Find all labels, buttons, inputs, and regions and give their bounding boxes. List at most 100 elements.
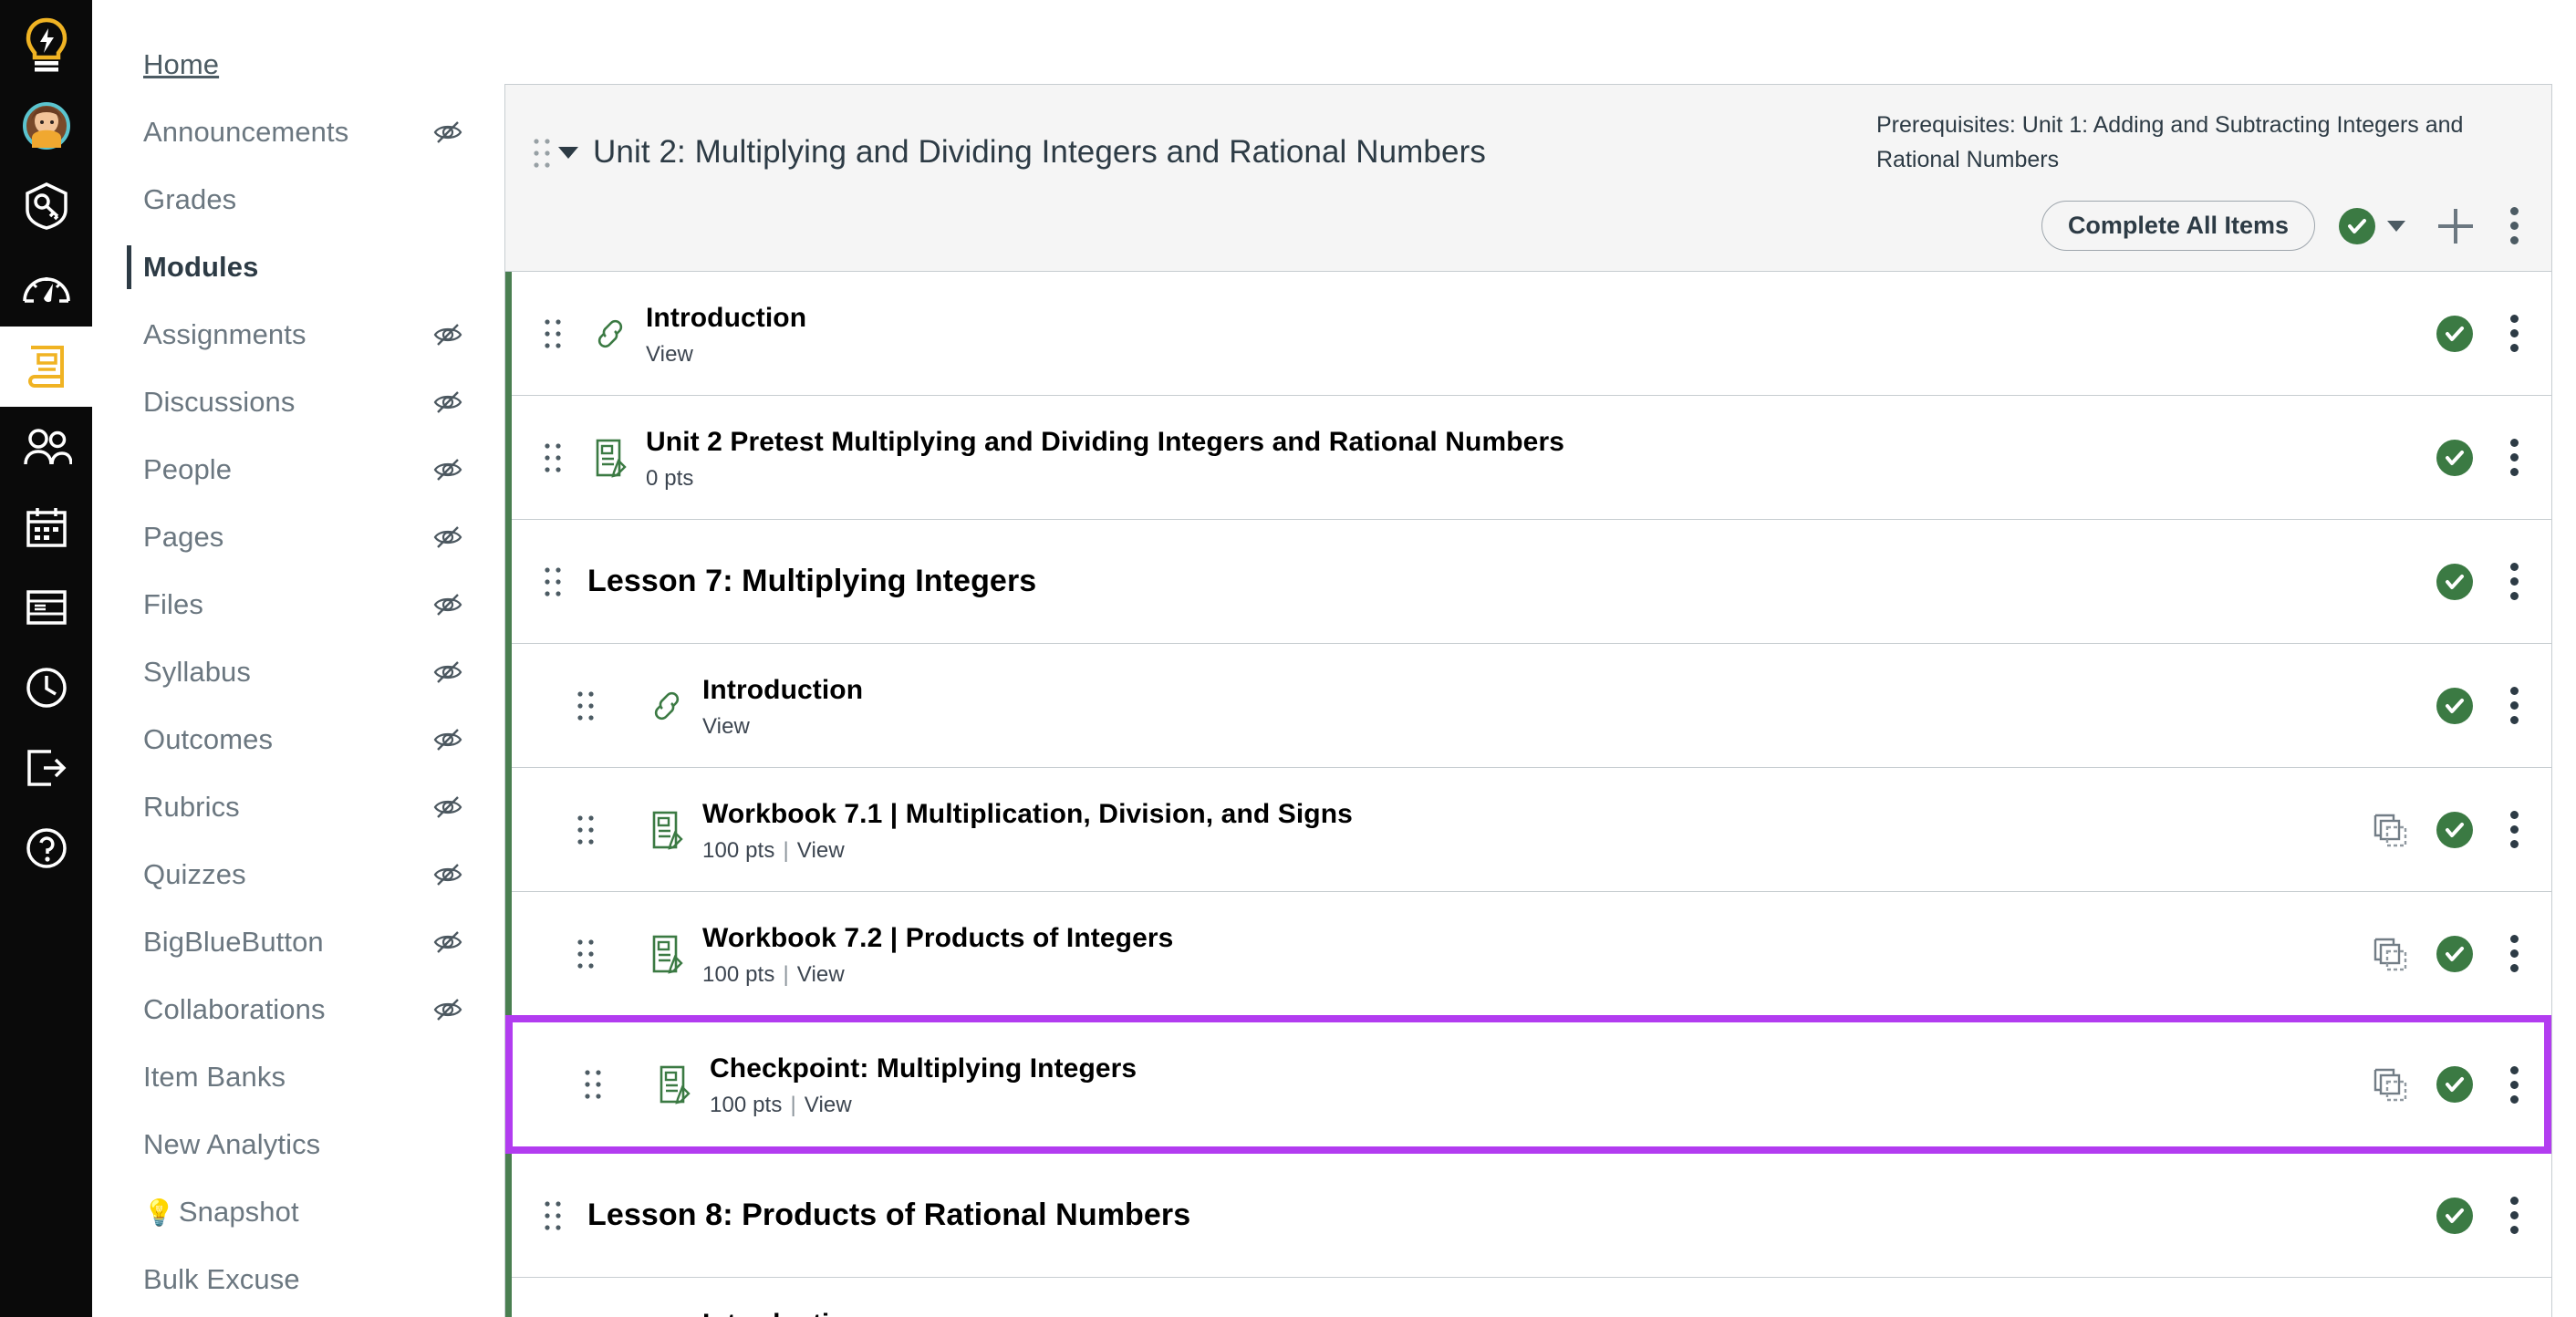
item-meta-part[interactable]: View xyxy=(702,714,750,739)
item-meta-part[interactable]: View xyxy=(797,838,845,863)
row-drag-handle[interactable] xyxy=(531,318,575,349)
nav-item-bigbluebutton[interactable]: BigBlueButton xyxy=(92,908,504,976)
row-drag-handle[interactable] xyxy=(531,566,575,597)
published-status-icon[interactable] xyxy=(2436,687,2473,724)
item-meta-part[interactable]: View xyxy=(797,962,845,987)
published-status-icon[interactable] xyxy=(2436,439,2473,476)
module-item-row[interactable]: Introduction View xyxy=(505,272,2551,396)
nav-item-item-banks[interactable]: Item Banks xyxy=(92,1043,504,1111)
nav-item-files[interactable]: Files xyxy=(92,571,504,638)
nav-item-label: Rubrics xyxy=(143,791,240,823)
item-type-icon xyxy=(639,1063,710,1105)
item-title[interactable]: Introduction xyxy=(702,672,2436,708)
row-drag-handle[interactable] xyxy=(564,814,608,845)
duplicate-button[interactable] xyxy=(2373,813,2409,847)
row-drag-handle[interactable] xyxy=(571,1069,615,1100)
nav-item-home[interactable]: Home xyxy=(92,31,504,99)
item-title[interactable]: Lesson 7: Multiplying Integers xyxy=(587,561,2436,601)
module-item-row[interactable]: IntroductionView xyxy=(505,1278,2551,1317)
rail-item-account[interactable] xyxy=(0,86,92,166)
item-options-kebab-button[interactable] xyxy=(2509,439,2519,476)
item-title[interactable]: Workbook 7.1 | Multiplication, Division,… xyxy=(702,796,2373,832)
item-options-kebab-button[interactable] xyxy=(2509,1065,2519,1104)
nav-item-rubrics[interactable]: Rubrics xyxy=(92,773,504,841)
nav-item-snapshot[interactable]: 💡 Snapshot xyxy=(92,1178,504,1246)
published-status-icon[interactable] xyxy=(2436,1066,2473,1103)
row-drag-handle[interactable] xyxy=(564,938,608,970)
rail-item-groups[interactable] xyxy=(0,407,92,487)
module-item-row[interactable]: Checkpoint: Multiplying Integers 100 pts |… xyxy=(505,1015,2551,1154)
complete-all-items-button[interactable]: Complete All Items xyxy=(2041,201,2315,251)
item-options-kebab-button[interactable] xyxy=(2509,315,2519,352)
nav-item-outcomes[interactable]: Outcomes xyxy=(92,706,504,773)
row-drag-handle[interactable] xyxy=(531,1200,575,1231)
item-title[interactable]: Checkpoint: Multiplying Integers xyxy=(710,1051,2373,1086)
nav-item-people[interactable]: People xyxy=(92,436,504,503)
module-item-row[interactable]: Workbook 7.2 | Products of Integers 100 p… xyxy=(505,892,2551,1016)
nav-item-collaborations[interactable]: Collaborations xyxy=(92,976,504,1043)
visibility-hidden-icon xyxy=(433,995,462,1024)
nav-item-new-analytics[interactable]: New Analytics xyxy=(92,1111,504,1178)
nav-item-bulk-excuse[interactable]: Bulk Excuse xyxy=(92,1246,504,1313)
item-meta: 100 pts | View xyxy=(702,838,2373,864)
drag-handle-icon[interactable] xyxy=(533,138,551,169)
visibility-hidden-icon xyxy=(433,320,462,349)
visibility-hidden-icon xyxy=(433,860,462,889)
lightbulb-logo-icon xyxy=(23,17,70,74)
module-options-kebab-button[interactable] xyxy=(2509,207,2519,244)
item-options-kebab-button[interactable] xyxy=(2509,811,2519,848)
nav-item-grades[interactable]: Grades xyxy=(92,166,504,233)
item-title[interactable]: Unit 2 Pretest Multiplying and Dividing … xyxy=(646,424,2436,460)
nav-item-announcements[interactable]: Announcements xyxy=(92,99,504,166)
duplicate-button[interactable] xyxy=(2373,1067,2409,1102)
add-item-button[interactable] xyxy=(2438,208,2473,244)
rail-item-commons[interactable] xyxy=(0,728,92,808)
published-status-icon[interactable] xyxy=(2436,563,2473,600)
duplicate-button[interactable] xyxy=(2373,937,2409,971)
rail-item-dashboard[interactable] xyxy=(0,246,92,327)
rail-item-logo[interactable] xyxy=(0,5,92,86)
item-title[interactable]: Workbook 7.2 | Products of Integers xyxy=(702,920,2373,956)
item-meta-part[interactable]: View xyxy=(805,1093,852,1117)
item-meta-part[interactable]: View xyxy=(646,342,693,367)
item-options-kebab-button[interactable] xyxy=(2509,1197,2519,1234)
module-item-row[interactable]: Unit 2 Pretest Multiplying and Dividing … xyxy=(505,396,2551,520)
nav-item-discussions[interactable]: Discussions xyxy=(92,368,504,436)
item-title[interactable]: Introduction xyxy=(702,1306,2436,1317)
module-subheader-row[interactable]: Lesson 8: Products of Rational Numbers xyxy=(505,1154,2551,1278)
nav-item-label: Grades xyxy=(143,183,237,215)
rail-item-history[interactable] xyxy=(0,648,92,728)
published-status-icon[interactable] xyxy=(2436,811,2473,848)
item-meta-part: 100 pts xyxy=(702,961,775,987)
published-status-icon[interactable] xyxy=(2436,315,2473,352)
rail-item-calendar[interactable] xyxy=(0,487,92,567)
nav-item-assignments[interactable]: Assignments xyxy=(92,301,504,368)
item-title[interactable]: Introduction xyxy=(646,300,2436,336)
item-options-kebab-button[interactable] xyxy=(2509,563,2519,600)
module-item-row[interactable]: Introduction View xyxy=(505,644,2551,768)
item-title[interactable]: Lesson 8: Products of Rational Numbers xyxy=(587,1195,2436,1235)
row-drag-handle[interactable] xyxy=(531,442,575,473)
module-items-list: Introduction View Unit 2 Pretest Multiply… xyxy=(505,272,2551,1317)
published-status-icon[interactable] xyxy=(2436,935,2473,972)
nav-item-label: New Analytics xyxy=(143,1128,321,1160)
nav-item-modules[interactable]: Modules xyxy=(92,233,504,301)
module-subheader-row[interactable]: Lesson 7: Multiplying Integers xyxy=(505,520,2551,644)
item-options-kebab-button[interactable] xyxy=(2509,687,2519,724)
assignment-icon xyxy=(660,1065,691,1104)
nav-item-quizzes[interactable]: Quizzes xyxy=(92,841,504,908)
published-status-icon[interactable] xyxy=(2436,1197,2473,1234)
module-collapse-caret-icon[interactable] xyxy=(558,147,578,159)
rail-item-courses[interactable] xyxy=(0,327,92,407)
item-options-kebab-button[interactable] xyxy=(2509,935,2519,972)
module-item-row[interactable]: Workbook 7.1 | Multiplication, Division,… xyxy=(505,768,2551,892)
publish-dropdown-caret-icon[interactable] xyxy=(2387,220,2405,232)
rail-item-help[interactable] xyxy=(0,808,92,888)
publish-status-icon[interactable] xyxy=(2339,207,2375,244)
row-drag-handle[interactable] xyxy=(564,690,608,721)
nav-item-pages[interactable]: Pages xyxy=(92,503,504,571)
item-body: Introduction View xyxy=(702,672,2436,740)
rail-item-admin[interactable] xyxy=(0,166,92,246)
nav-item-syllabus[interactable]: Syllabus xyxy=(92,638,504,706)
rail-item-inbox[interactable] xyxy=(0,567,92,648)
